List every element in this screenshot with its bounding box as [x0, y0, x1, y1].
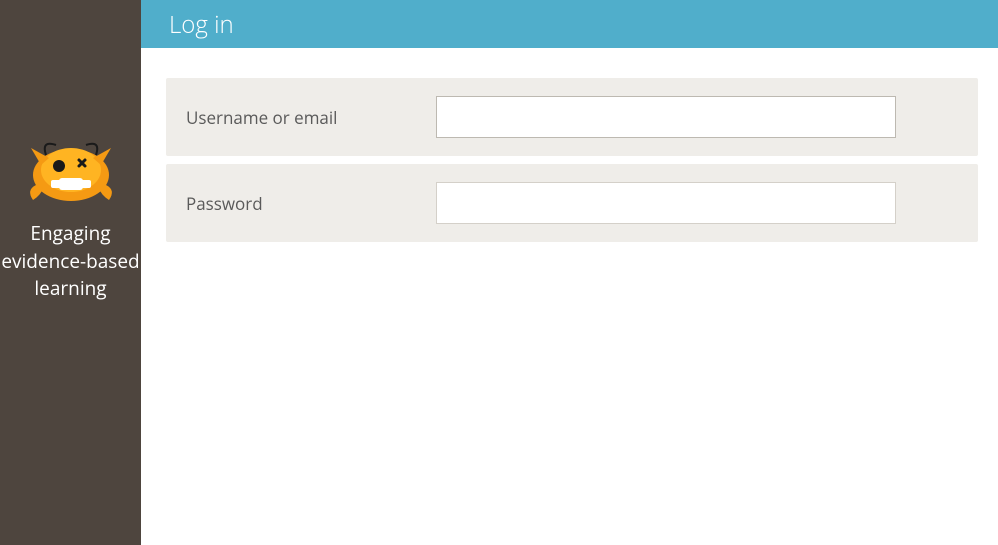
page-title: Log in [169, 8, 234, 41]
sidebar-tagline: Engaging evidence-based learning [0, 220, 141, 303]
password-row: Password [166, 164, 978, 242]
sidebar: Engaging evidence-based learning [0, 0, 141, 545]
password-input[interactable] [436, 182, 896, 224]
dog-logo-icon [21, 130, 121, 210]
username-row: Username or email [166, 78, 978, 156]
username-input[interactable] [436, 96, 896, 138]
page-header: Log in [141, 0, 998, 48]
login-form: Username or email Password [141, 48, 998, 250]
password-label: Password [186, 192, 436, 215]
brand-logo [16, 130, 126, 210]
username-label: Username or email [186, 106, 436, 129]
main-content: Log in Username or email Password [141, 0, 998, 545]
